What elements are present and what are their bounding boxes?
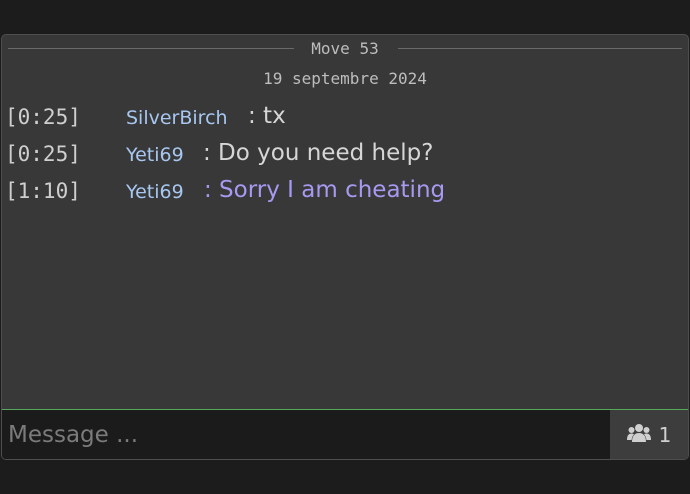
- spectators-button[interactable]: 1: [610, 410, 688, 459]
- date-divider: 19 septembre 2024: [2, 65, 688, 91]
- move-divider: Move 53: [2, 35, 688, 61]
- message-author[interactable]: Yeti69: [126, 144, 184, 166]
- users-icon: [626, 423, 651, 448]
- message-text: : Do you need help?: [203, 140, 434, 166]
- message-input[interactable]: [2, 410, 610, 459]
- chat-message: [0:25] SilverBirch : tx: [2, 101, 688, 135]
- chat-message: [0:25] Yeti69 : Do you need help?: [2, 138, 688, 172]
- message-composer: 1: [2, 409, 688, 459]
- message-text: : tx: [248, 103, 286, 129]
- message-author[interactable]: SilverBirch: [126, 107, 228, 129]
- message-timestamp: [1:10]: [5, 179, 81, 203]
- message-timestamp: [0:25]: [5, 142, 81, 166]
- move-label: Move 53: [311, 38, 379, 58]
- message-author[interactable]: Yeti69: [126, 181, 184, 203]
- date-label: 19 septembre 2024: [263, 68, 427, 88]
- chat-message: [1:10] Yeti69 : Sorry I am cheating: [2, 175, 688, 209]
- message-text: : Sorry I am cheating: [204, 177, 446, 203]
- spectators-count: 1: [658, 423, 672, 447]
- chat-panel: Move 53 19 septembre 2024 [0:25] SilverB…: [1, 34, 689, 460]
- message-timestamp: [0:25]: [5, 105, 81, 129]
